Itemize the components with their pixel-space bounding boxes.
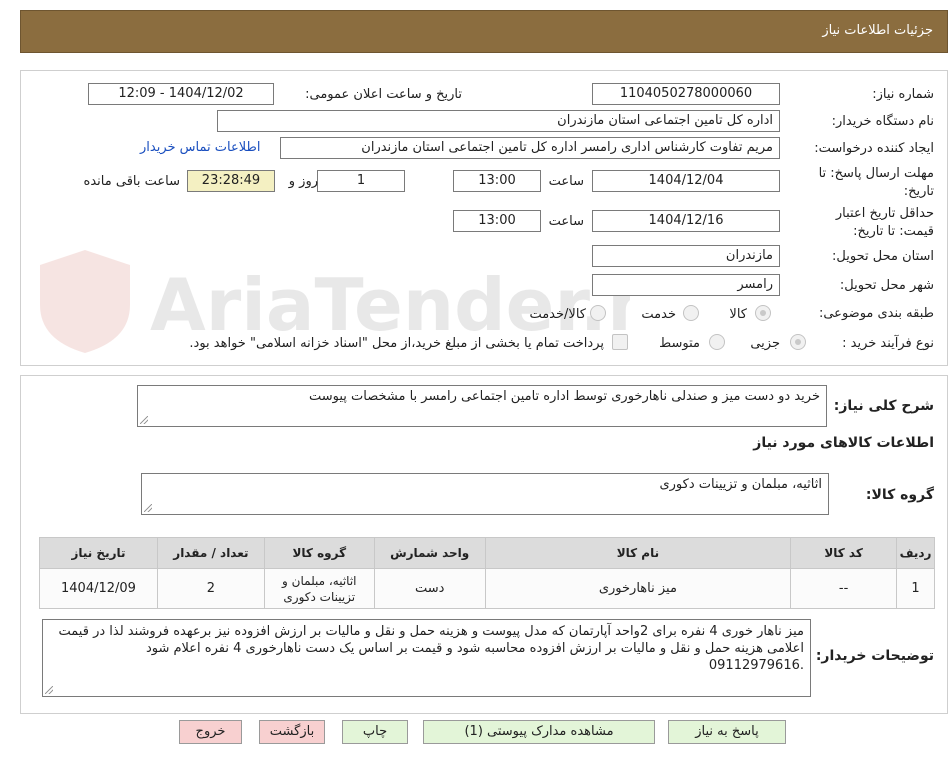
col-header-qty: تعداد / مقدار bbox=[156, 537, 265, 569]
summary-label: شرح کلی نیاز: bbox=[833, 398, 934, 414]
col-header-row-number: ردیف bbox=[896, 537, 935, 569]
process-minor-label: جزیی bbox=[750, 336, 780, 351]
category-both-radio[interactable] bbox=[590, 305, 606, 321]
validity-date-field: 1404/12/16 bbox=[592, 210, 780, 232]
cell-group: اثاثیه، مبلمان و تزیینات دکوری bbox=[263, 568, 375, 609]
deadline-label-date: تاریخ: bbox=[903, 184, 934, 199]
buyer-org-label: نام دستگاه خریدار: bbox=[831, 114, 934, 129]
buyer-notes-textarea[interactable]: میز ناهار خوری 4 نفره برای 2واحد آپارتما… bbox=[42, 619, 811, 697]
deadline-time-field: 13:00 bbox=[453, 170, 541, 192]
treasury-checkbox[interactable] bbox=[612, 334, 628, 350]
resize-grip-icon[interactable] bbox=[140, 416, 148, 424]
category-both-label: کالا/خدمت bbox=[529, 307, 586, 322]
need-number-label: شماره نیاز: bbox=[872, 87, 934, 102]
process-label: نوع فرآیند خرید : bbox=[842, 336, 934, 351]
treasury-note: پرداخت تمام یا بخشی از مبلغ خرید،از محل … bbox=[189, 336, 604, 351]
days-label: روز و bbox=[288, 174, 318, 189]
deadline-label: مهلت ارسال پاسخ: تا bbox=[818, 166, 934, 181]
page-header: جزئیات اطلاعات نیاز bbox=[20, 10, 948, 53]
remaining-label: ساعت باقی مانده bbox=[83, 174, 180, 189]
deadline-date-field: 1404/12/04 bbox=[592, 170, 780, 192]
reply-button[interactable]: پاسخ به نیاز bbox=[668, 720, 786, 744]
cell-date: 1404/12/09 bbox=[39, 568, 158, 609]
city-label: شهر محل تحویل: bbox=[839, 278, 934, 293]
cell-unit: دست bbox=[373, 568, 486, 609]
view-attachments-button[interactable]: مشاهده مدارک پیوستی (1) bbox=[423, 720, 655, 744]
category-service-label: خدمت bbox=[641, 307, 676, 322]
buyer-notes-text: میز ناهار خوری 4 نفره برای 2واحد آپارتما… bbox=[58, 624, 804, 673]
col-header-unit: واحد شمارش bbox=[373, 537, 486, 569]
announce-field: 1404/12/02 - 12:09 bbox=[88, 83, 274, 105]
cell-row-number: 1 bbox=[896, 568, 935, 609]
print-button[interactable]: چاپ bbox=[342, 720, 408, 744]
days-field: 1 bbox=[317, 170, 405, 192]
col-header-date: تاریخ نیاز bbox=[39, 537, 158, 569]
goods-section-title: اطلاعات کالاهای مورد نیاز bbox=[753, 435, 934, 451]
category-service-radio[interactable] bbox=[683, 305, 699, 321]
province-field: مازندران bbox=[592, 245, 780, 267]
remaining-time-field: 23:28:49 bbox=[187, 170, 275, 192]
buyer-org-field: اداره کل تامین اجتماعی استان مازندران bbox=[217, 110, 780, 132]
cell-qty: 2 bbox=[156, 568, 265, 609]
goods-group-label: گروه کالا: bbox=[865, 487, 934, 503]
process-minor-radio[interactable] bbox=[790, 334, 806, 350]
table-row: 1 -- میز ناهارخوری دست اثاثیه، مبلمان و … bbox=[39, 568, 935, 609]
city-field: رامسر bbox=[592, 274, 780, 296]
table-header-row: ردیف کد کالا نام کالا واحد شمارش گروه کا… bbox=[39, 537, 935, 569]
category-goods-radio[interactable] bbox=[755, 305, 771, 321]
page-title: جزئیات اطلاعات نیاز bbox=[822, 23, 933, 38]
validity-label-date: قیمت: تا تاریخ: bbox=[853, 224, 934, 239]
resize-grip-icon[interactable] bbox=[144, 504, 152, 512]
deadline-time-label: ساعت bbox=[548, 174, 584, 189]
creator-field: مریم تفاوت کارشناس اداری رامسر اداره کل … bbox=[280, 137, 780, 159]
goods-group-text: اثاثیه، مبلمان و تزیینات دکوری bbox=[659, 477, 822, 492]
validity-time-label: ساعت bbox=[548, 214, 584, 229]
category-label: طبقه بندی موضوعی: bbox=[818, 306, 934, 321]
category-goods-label: کالا bbox=[729, 307, 747, 322]
summary-text: خرید دو دست میز و صندلی ناهارخوری توسط ا… bbox=[308, 389, 820, 404]
buyer-notes-label: توضیحات خریدار: bbox=[815, 648, 934, 664]
process-medium-radio[interactable] bbox=[709, 334, 725, 350]
announce-label: تاریخ و ساعت اعلان عمومی: bbox=[305, 87, 462, 102]
need-number-field: 1104050278000060 bbox=[592, 83, 780, 105]
col-header-group: گروه کالا bbox=[263, 537, 375, 569]
summary-textarea[interactable]: خرید دو دست میز و صندلی ناهارخوری توسط ا… bbox=[137, 385, 827, 427]
validity-time-field: 13:00 bbox=[453, 210, 541, 232]
validity-label: حداقل تاریخ اعتبار bbox=[835, 206, 934, 221]
province-label: استان محل تحویل: bbox=[832, 249, 934, 264]
buyer-contact-link[interactable]: اطلاعات تماس خریدار bbox=[140, 140, 260, 155]
creator-label: ایجاد کننده درخواست: bbox=[814, 141, 934, 156]
resize-grip-icon[interactable] bbox=[45, 686, 53, 694]
exit-button[interactable]: خروج bbox=[179, 720, 242, 744]
col-header-code: کد کالا bbox=[790, 537, 898, 569]
process-medium-label: متوسط bbox=[659, 336, 700, 351]
items-table: ردیف کد کالا نام کالا واحد شمارش گروه کا… bbox=[39, 537, 935, 609]
back-button[interactable]: بازگشت bbox=[259, 720, 325, 744]
col-header-name: نام کالا bbox=[484, 537, 792, 569]
cell-name: میز ناهارخوری bbox=[484, 568, 792, 609]
cell-code: -- bbox=[790, 568, 898, 609]
goods-group-textarea[interactable]: اثاثیه، مبلمان و تزیینات دکوری bbox=[141, 473, 829, 515]
